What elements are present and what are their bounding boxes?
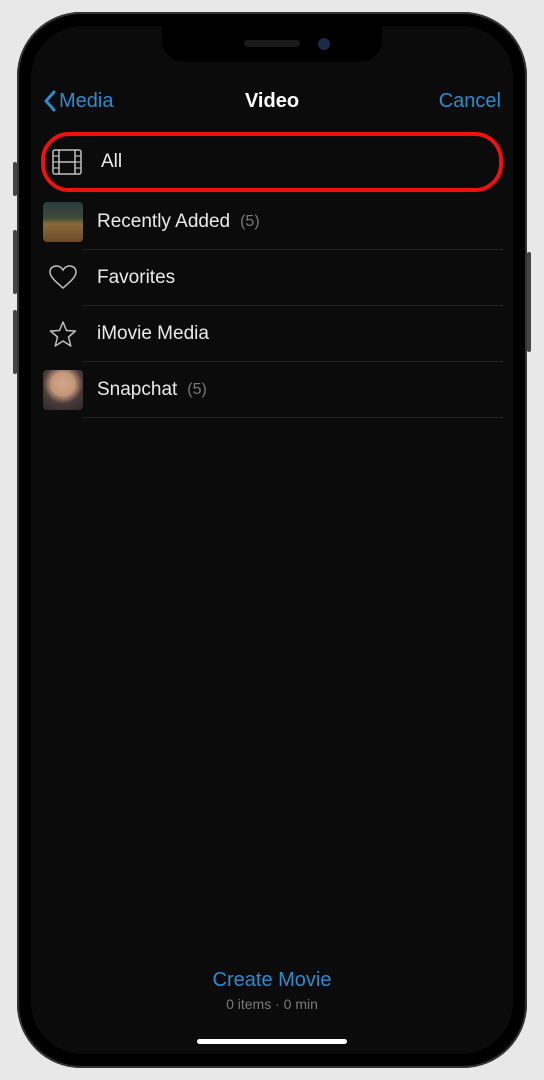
silence-switch xyxy=(13,162,17,196)
cancel-button[interactable]: Cancel xyxy=(439,90,501,113)
back-button[interactable]: Media xyxy=(43,90,113,113)
album-item-snapchat[interactable]: Snapchat (5) xyxy=(41,362,503,418)
star-icon xyxy=(43,314,83,354)
home-indicator[interactable] xyxy=(197,1039,347,1044)
album-label: Recently Added xyxy=(97,211,230,233)
screen: Media Video Cancel xyxy=(31,26,513,1054)
album-label: Snapchat xyxy=(97,379,177,401)
chevron-left-icon xyxy=(43,90,57,112)
album-count: (5) xyxy=(187,381,207,399)
album-item-all[interactable]: All xyxy=(41,132,503,192)
album-thumbnail xyxy=(43,370,83,410)
album-count: (5) xyxy=(240,213,260,231)
album-label: Favorites xyxy=(97,267,175,289)
create-movie-button[interactable]: Create Movie xyxy=(31,969,513,992)
volume-down-button xyxy=(13,310,17,374)
album-label: All xyxy=(101,151,122,173)
album-item-favorites[interactable]: Favorites xyxy=(41,250,503,306)
page-title: Video xyxy=(245,90,299,113)
nav-bar: Media Video Cancel xyxy=(31,76,513,126)
film-icon xyxy=(47,142,87,182)
album-item-imovie-media[interactable]: iMovie Media xyxy=(41,306,503,362)
power-button xyxy=(527,252,531,352)
notch xyxy=(162,26,382,62)
heart-icon xyxy=(43,258,83,298)
album-list: All Recently Added (5) Favorites xyxy=(31,126,513,969)
back-label: Media xyxy=(59,90,113,113)
album-label: iMovie Media xyxy=(97,323,209,345)
speaker xyxy=(244,40,300,47)
front-camera xyxy=(318,38,330,50)
volume-up-button xyxy=(13,230,17,294)
album-item-recently-added[interactable]: Recently Added (5) xyxy=(41,194,503,250)
footer-status: 0 items · 0 min xyxy=(31,996,513,1012)
album-thumbnail xyxy=(43,202,83,242)
phone-frame: Media Video Cancel xyxy=(17,12,527,1068)
